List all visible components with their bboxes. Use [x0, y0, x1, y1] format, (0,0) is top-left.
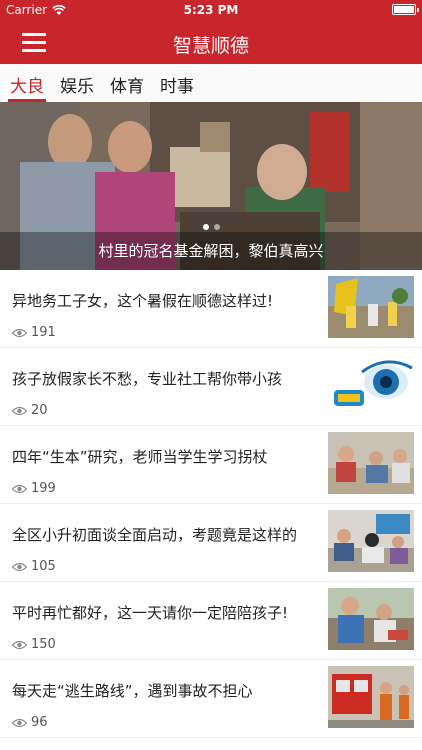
hero-carousel[interactable]: 村里的冠名基金解困，黎伯真高兴	[0, 102, 422, 270]
list-item[interactable]: 异地务工子女，这个暑假在顺德这样过! 191	[0, 270, 422, 348]
article-meta: 105	[12, 559, 56, 574]
article-title: 全区小升初面谈全面启动，考题竟是这样的	[12, 526, 298, 544]
eye-icon	[12, 640, 27, 649]
tab-current-affairs[interactable]: 时事	[160, 64, 194, 102]
article-meta: 199	[12, 481, 56, 496]
eye-icon	[12, 406, 27, 415]
article-title: 孩子放假家长不愁，专业社工帮你带小孩	[12, 370, 283, 388]
article-title: 异地务工子女，这个暑假在顺德这样过!	[12, 292, 274, 310]
view-count: 96	[31, 715, 48, 730]
eye-icon	[12, 718, 27, 727]
article-thumbnail	[328, 588, 414, 650]
article-list: 异地务工子女，这个暑假在顺德这样过! 191 孩子放假家长不愁，专业社工帮你带小…	[0, 270, 422, 738]
article-meta: 150	[12, 637, 56, 652]
view-count: 191	[31, 325, 56, 340]
list-item[interactable]: 孩子放假家长不愁，专业社工帮你带小孩 20	[0, 348, 422, 426]
carousel-dots	[0, 224, 422, 230]
carousel-dot[interactable]	[213, 224, 220, 230]
list-item[interactable]: 全区小升初面谈全面启动，考题竟是这样的 105	[0, 504, 422, 582]
status-time: 5:23 PM	[183, 3, 239, 17]
tab-entertainment[interactable]: 娱乐	[60, 64, 94, 102]
article-title: 每天走“逃生路线”，遇到事故不担心	[12, 682, 253, 700]
eye-icon	[12, 562, 27, 571]
article-thumbnail	[328, 354, 414, 416]
article-thumbnail	[328, 666, 414, 728]
article-thumbnail	[328, 510, 414, 572]
article-title: 平时再忙都好，这一天请你一定陪陪孩子!	[12, 604, 289, 622]
list-item[interactable]: 每天走“逃生路线”，遇到事故不担心 96	[0, 660, 422, 738]
tab-sports[interactable]: 体育	[110, 64, 144, 102]
article-meta: 191	[12, 325, 56, 340]
page-title: 智慧顺德	[172, 35, 249, 57]
list-item[interactable]: 平时再忙都好，这一天请你一定陪陪孩子! 150	[0, 582, 422, 660]
article-title: 四年“生本”研究，老师当学生学习拐杖	[12, 448, 268, 466]
status-right	[392, 4, 419, 15]
carousel-dot[interactable]	[202, 224, 209, 230]
view-count: 150	[31, 637, 56, 652]
list-item[interactable]: 四年“生本”研究，老师当学生学习拐杖 199	[0, 426, 422, 504]
article-meta: 96	[12, 715, 48, 730]
tab-daliang[interactable]: 大良	[8, 64, 46, 102]
status-bar: Carrier 5:23 PM	[0, 0, 422, 22]
view-count: 199	[31, 481, 56, 496]
category-tabs: 大良 娱乐 体育 时事	[0, 64, 422, 102]
view-count: 105	[31, 559, 56, 574]
article-meta: 20	[12, 403, 48, 418]
article-thumbnail	[328, 276, 414, 338]
eye-icon	[12, 328, 27, 337]
view-count: 20	[31, 403, 48, 418]
article-thumbnail	[328, 432, 414, 494]
eye-icon	[12, 484, 27, 493]
battery-icon	[392, 4, 419, 15]
navigation-bar: 智慧顺德	[0, 22, 422, 64]
hero-caption: 村里的冠名基金解困，黎伯真高兴	[0, 232, 422, 270]
